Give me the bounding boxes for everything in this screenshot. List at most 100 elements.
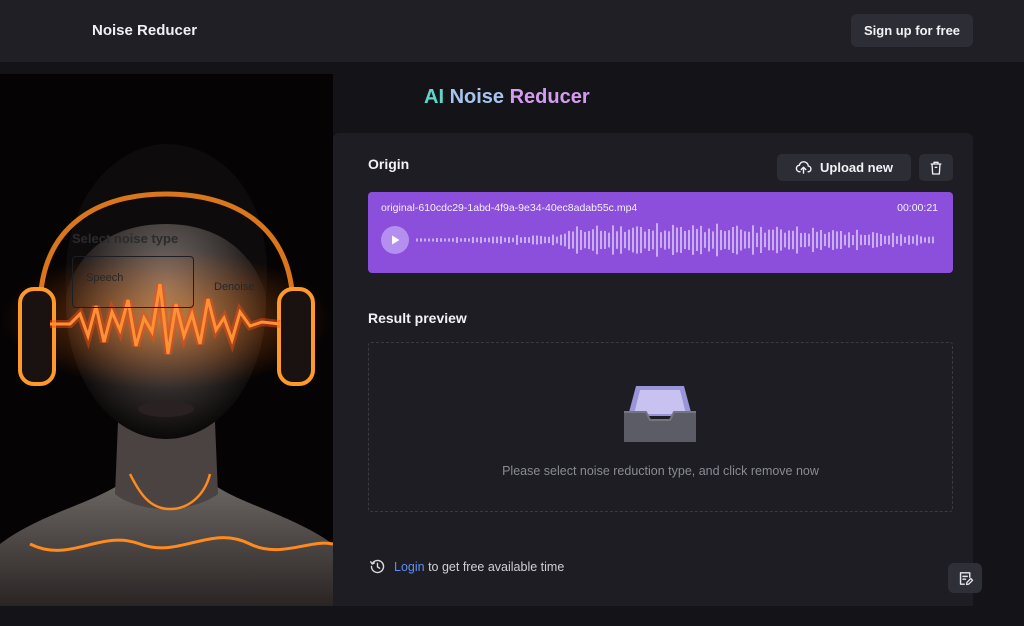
- wave-bar: [852, 235, 854, 246]
- wave-bar: [460, 238, 462, 242]
- wave-bar: [860, 234, 862, 246]
- wave-bar: [432, 238, 434, 242]
- signup-button[interactable]: Sign up for free: [851, 14, 973, 47]
- wave-bar: [612, 225, 614, 255]
- wave-bar: [508, 237, 510, 243]
- audio-player[interactable]: original-610cdc29-1abd-4f9a-9e34-40ec8ad…: [368, 192, 953, 273]
- wave-bar: [692, 225, 694, 255]
- wave-bar: [440, 238, 442, 242]
- wave-bar: [760, 226, 762, 253]
- page-title: AI Noise Reducer: [424, 86, 590, 109]
- wave-bar: [856, 229, 858, 251]
- wave-bar: [836, 231, 838, 249]
- ghost-select-label: Select noise type: [72, 231, 179, 246]
- wave-bar: [420, 238, 422, 242]
- wave-bar: [716, 223, 718, 257]
- wave-bar: [592, 229, 594, 251]
- wave-bar: [776, 226, 778, 254]
- wave-bar: [424, 238, 426, 242]
- wave-bar: [688, 230, 690, 250]
- clock-history-icon: [370, 559, 385, 574]
- brand-name[interactable]: Noise Reducer: [92, 22, 197, 39]
- feedback-edit-icon: [959, 571, 973, 585]
- wave-bar: [496, 236, 498, 244]
- wave-bar: [896, 235, 898, 245]
- wave-bar: [740, 229, 742, 251]
- wave-bar: [564, 233, 566, 247]
- wave-bar: [908, 235, 910, 245]
- login-prompt: Login to get free available time: [369, 558, 564, 575]
- wave-bar: [464, 238, 466, 242]
- wave-bar: [928, 236, 930, 244]
- wave-bar: [500, 236, 502, 244]
- delete-button[interactable]: [919, 154, 953, 181]
- wave-bar: [456, 237, 458, 243]
- cloud-upload-icon: [795, 161, 812, 174]
- wave-bar: [416, 238, 418, 242]
- login-link[interactable]: Login: [394, 560, 425, 574]
- wave-bar: [816, 231, 818, 249]
- upload-new-button[interactable]: Upload new: [777, 154, 911, 181]
- wave-bar: [516, 235, 518, 245]
- wave-bar: [580, 230, 582, 250]
- wave-bar: [624, 231, 626, 249]
- wave-bar: [532, 235, 534, 245]
- wave-bar: [608, 232, 610, 248]
- wave-bar: [632, 227, 634, 253]
- audio-waveform[interactable]: [416, 220, 941, 260]
- wave-bar: [576, 226, 578, 254]
- wave-bar: [756, 232, 758, 248]
- wave-bar: [672, 224, 674, 255]
- wave-bar: [528, 237, 530, 243]
- wave-bar: [844, 234, 846, 246]
- wave-bar: [764, 232, 766, 248]
- wave-bar: [596, 225, 598, 255]
- wave-bar: [544, 236, 546, 244]
- wave-bar: [732, 227, 734, 253]
- wave-bar: [772, 229, 774, 251]
- ghost-option-2: Denoise: [214, 281, 255, 293]
- wave-bar: [616, 231, 618, 249]
- wave-bar: [840, 231, 842, 249]
- wave-bar: [588, 231, 590, 250]
- feedback-button[interactable]: [948, 563, 982, 593]
- wave-bar: [744, 231, 746, 249]
- result-hint-text: Please select noise reduction type, and …: [502, 464, 819, 478]
- wave-bar: [736, 225, 738, 255]
- wave-bar: [472, 236, 474, 244]
- play-icon: [392, 235, 400, 245]
- empty-inbox-icon: [624, 386, 696, 442]
- wave-bar: [652, 230, 654, 250]
- wave-bar: [584, 231, 586, 249]
- wave-bar: [572, 231, 574, 249]
- wave-bar: [848, 232, 850, 248]
- wave-bar: [916, 234, 918, 246]
- wave-bar: [488, 237, 490, 243]
- wave-bar: [700, 225, 702, 255]
- wave-bar: [920, 236, 922, 244]
- wave-bar: [520, 237, 522, 243]
- wave-bar: [636, 226, 638, 254]
- wave-bar: [448, 238, 450, 242]
- title-part-ai: AI: [424, 86, 444, 108]
- wave-bar: [476, 237, 478, 243]
- wave-bar: [880, 234, 882, 246]
- wave-bar: [768, 229, 770, 251]
- wave-bar: [640, 227, 642, 254]
- play-button[interactable]: [381, 226, 409, 254]
- wave-bar: [680, 226, 682, 253]
- wave-bar: [536, 235, 538, 245]
- wave-bar: [724, 231, 726, 249]
- wave-bar: [728, 230, 730, 250]
- wave-bar: [560, 234, 562, 246]
- login-suffix: to get free available time: [428, 559, 565, 574]
- hero-image: Select noise type Speech Denoise: [0, 74, 333, 606]
- wave-bar: [480, 236, 482, 244]
- wave-bar: [492, 236, 494, 244]
- wave-bar: [540, 235, 542, 245]
- wave-bar: [512, 237, 514, 243]
- wave-bar: [484, 237, 486, 243]
- wave-bar: [468, 238, 470, 242]
- wave-bar: [620, 226, 622, 254]
- wave-bar: [904, 236, 906, 243]
